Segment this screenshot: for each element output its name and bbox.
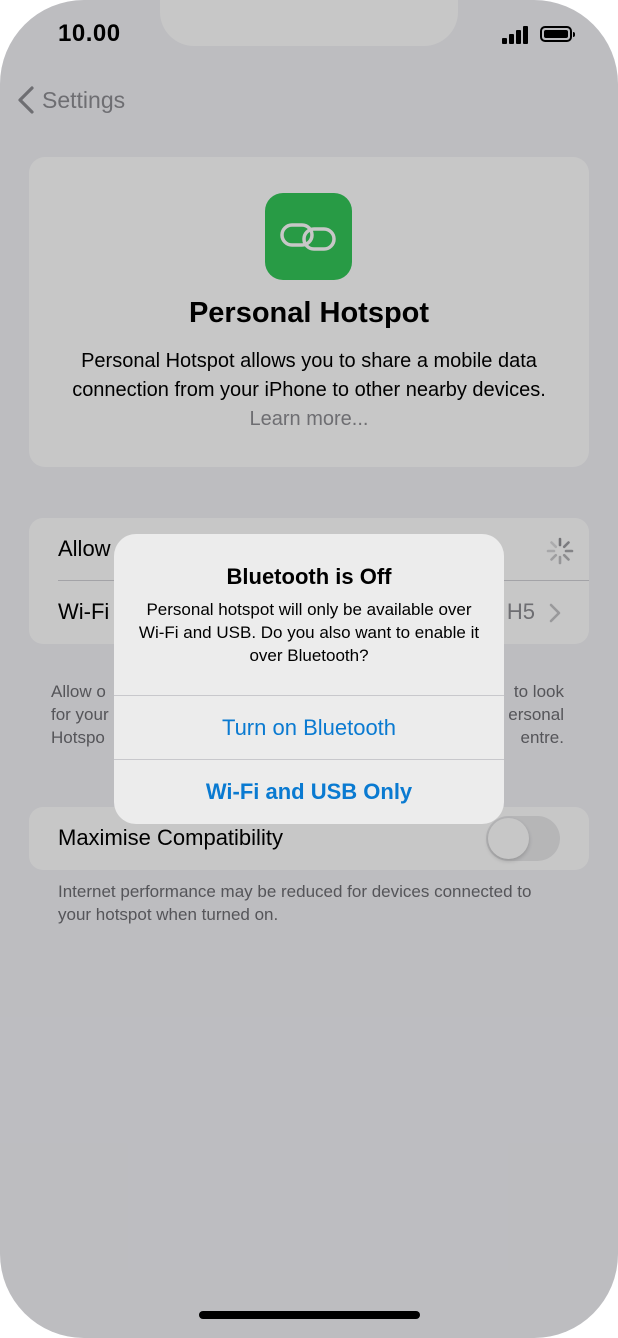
alert-title: Bluetooth is Off [226,564,392,589]
alert-message: Personal hotspot will only be available … [138,600,480,665]
wifi-usb-only-button[interactable]: Wi-Fi and USB Only [114,760,504,823]
bluetooth-alert: Bluetooth is Off Personal hotspot will o… [114,534,504,824]
phone-screen: 10.00 Settings Personal Hotspot Personal… [0,0,618,1338]
home-indicator[interactable] [199,1311,420,1319]
turn-on-bluetooth-button[interactable]: Turn on Bluetooth [114,696,504,759]
